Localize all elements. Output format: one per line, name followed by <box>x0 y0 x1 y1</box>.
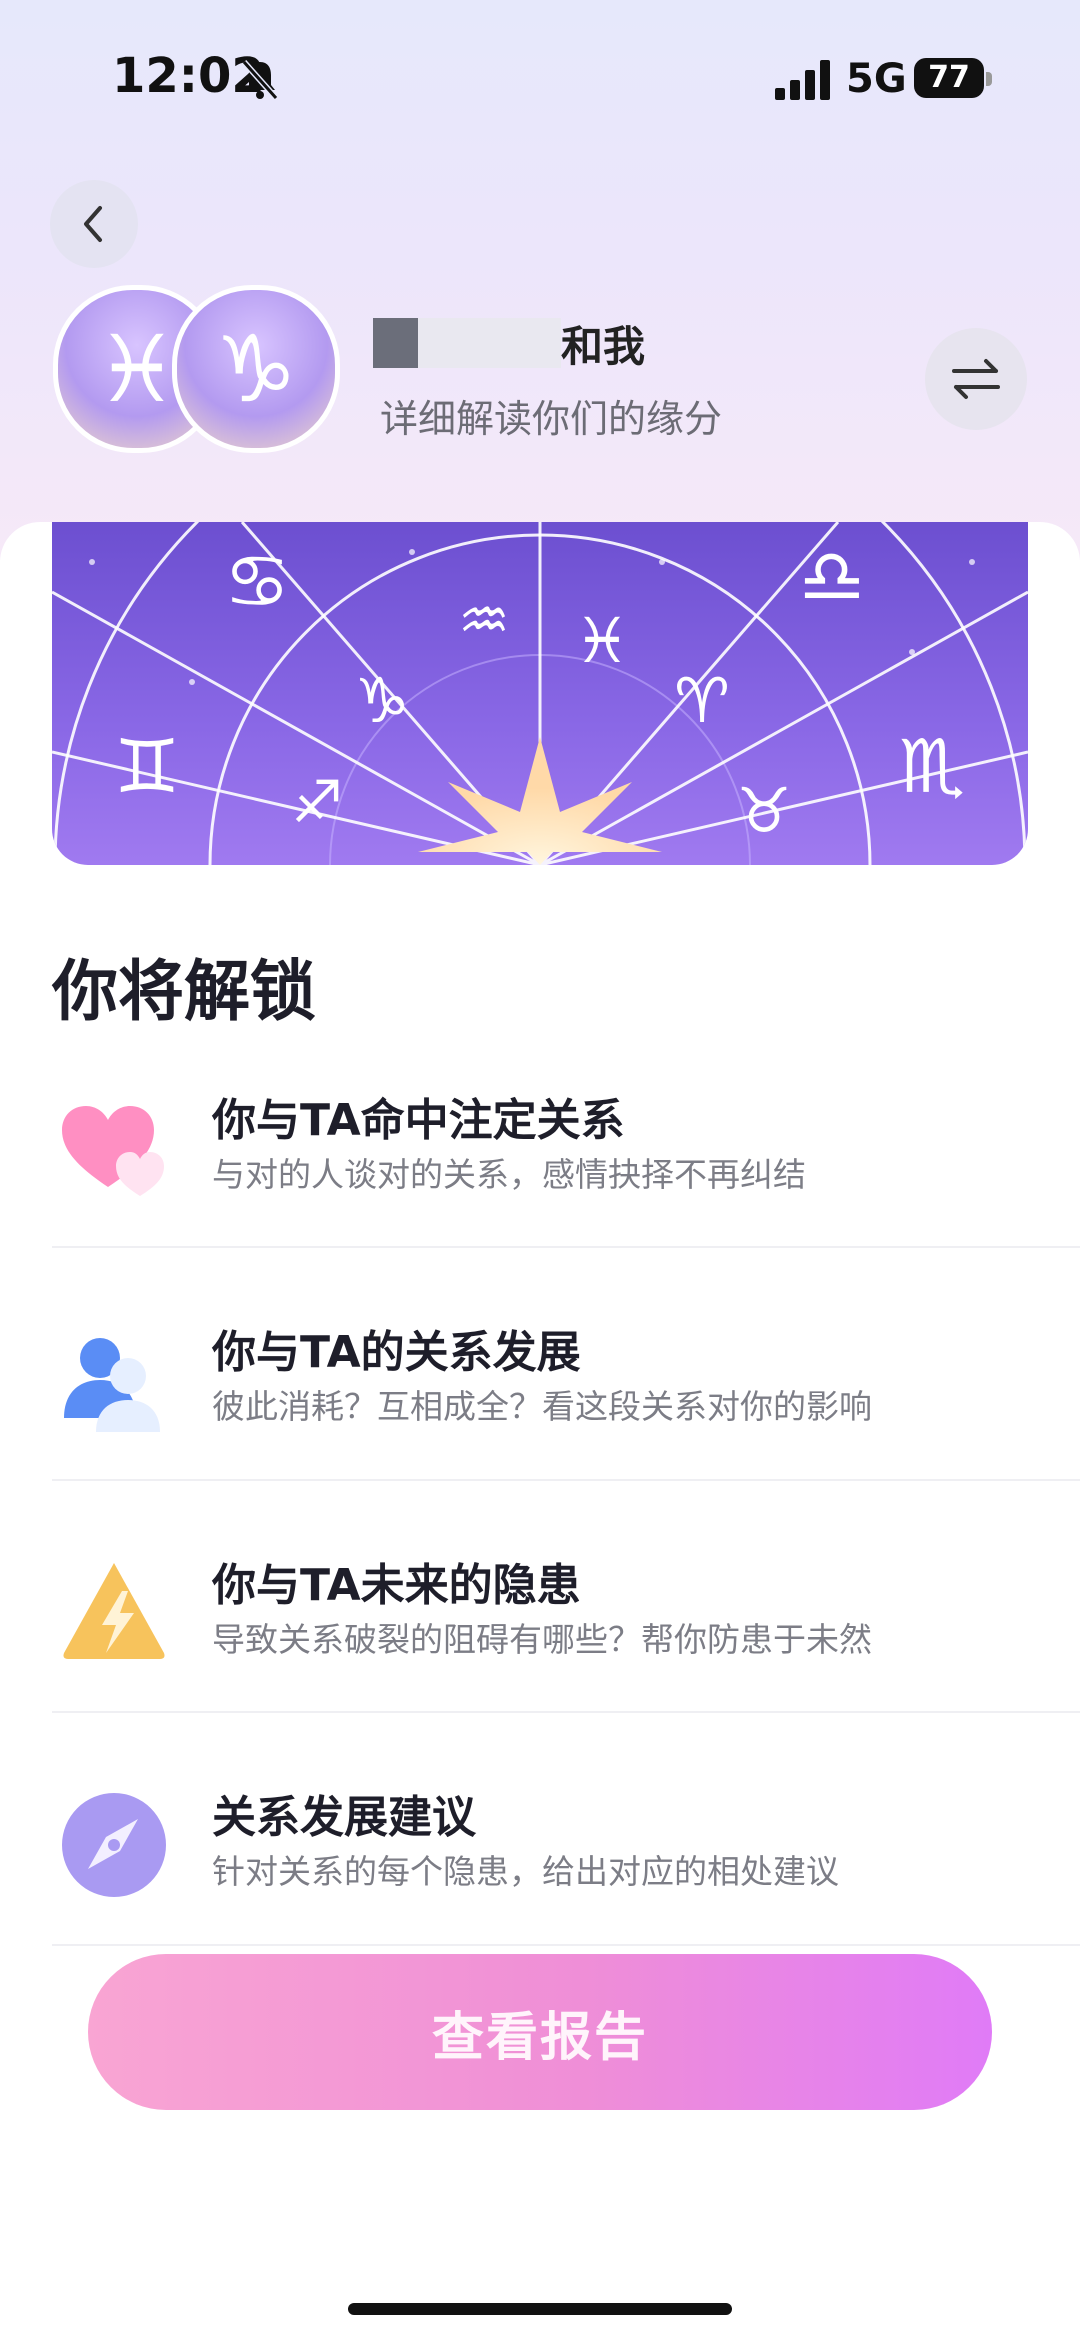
item-desc: 导致关系破裂的阻碍有哪些？帮你防患于未然 <box>212 1620 872 1659</box>
network-label: 5G <box>846 56 907 102</box>
item-title: 你与TA未来的隐患 <box>212 1560 581 1611</box>
svg-text:♓: ♓ <box>574 604 630 677</box>
item-desc: 彼此消耗？互相成全？看这段关系对你的影响 <box>212 1387 872 1426</box>
svg-text:♊: ♊ <box>114 724 180 810</box>
svg-text:♈: ♈ <box>674 664 730 737</box>
svg-text:♐: ♐ <box>291 768 343 836</box>
status-bar: 12:02 5G 77 <box>0 0 1080 160</box>
pisces-icon: ♓ <box>95 315 179 423</box>
pair-title: 和我 <box>373 318 645 371</box>
unlock-item-advice[interactable]: 关系发展建议 针对关系的每个隐患，给出对应的相处建议 <box>52 1729 1080 1961</box>
battery-indicator: 77 <box>914 58 984 98</box>
warning-bolt-icon <box>63 1563 165 1659</box>
home-indicator[interactable] <box>348 2303 732 2315</box>
divider <box>52 1246 1080 1248</box>
svg-text:♎: ♎ <box>799 534 865 620</box>
item-title: 你与TA的关系发展 <box>212 1327 581 1378</box>
pair-subtitle: 详细解读你们的缘分 <box>380 397 723 441</box>
people-icon <box>64 1338 160 1432</box>
section-title: 你将解锁 <box>52 953 316 1030</box>
zodiac-avatar-capricorn: ♑ <box>172 285 340 453</box>
divider <box>52 1711 1080 1713</box>
divider <box>52 1944 1080 1946</box>
capricorn-icon: ♑ <box>214 315 298 423</box>
unlock-item-risks[interactable]: 你与TA未来的隐患 导致关系破裂的阻碍有哪些？帮你防患于未然 <box>52 1497 1080 1729</box>
item-desc: 与对的人谈对的关系，感情抉择不再纠结 <box>212 1155 806 1194</box>
swap-button[interactable] <box>925 328 1027 430</box>
pair-title-suffix: 和我 <box>561 321 646 371</box>
hearts-icon <box>62 1106 164 1196</box>
zodiac-wheel-graphic: ♋ ♎ ♒ ♓ ♑ ♈ ♊ ♏ ♐ ♉ <box>52 522 1028 865</box>
svg-text:♒: ♒ <box>458 586 510 654</box>
item-title: 你与TA命中注定关系 <box>212 1095 625 1146</box>
svg-text:♑: ♑ <box>354 664 410 737</box>
chevron-left-icon <box>84 206 102 242</box>
back-button[interactable] <box>50 180 138 268</box>
divider <box>52 1479 1080 1481</box>
redacted-name <box>373 318 561 368</box>
compass-icon <box>62 1793 166 1897</box>
battery-tip <box>986 72 992 86</box>
item-title: 关系发展建议 <box>212 1792 476 1843</box>
unlock-item-destined[interactable]: 你与TA命中注定关系 与对的人谈对的关系，感情抉择不再纠结 <box>52 1032 1080 1264</box>
svg-text:♉: ♉ <box>736 774 792 847</box>
unlock-item-development[interactable]: 你与TA的关系发展 彼此消耗？互相成全？看这段关系对你的影响 <box>52 1264 1080 1496</box>
swap-arrows-icon <box>952 359 1000 399</box>
svg-text:♏: ♏ <box>899 724 965 810</box>
zodiac-wheel-banner: ♋ ♎ ♒ ♓ ♑ ♈ ♊ ♏ ♐ ♉ <box>52 522 1028 865</box>
bell-muted-icon <box>241 60 279 100</box>
view-report-button[interactable]: 查看报告 <box>88 1954 992 2110</box>
item-desc: 针对关系的每个隐患，给出对应的相处建议 <box>212 1852 839 1891</box>
signal-icon <box>775 60 830 100</box>
svg-text:♋: ♋ <box>224 539 290 625</box>
